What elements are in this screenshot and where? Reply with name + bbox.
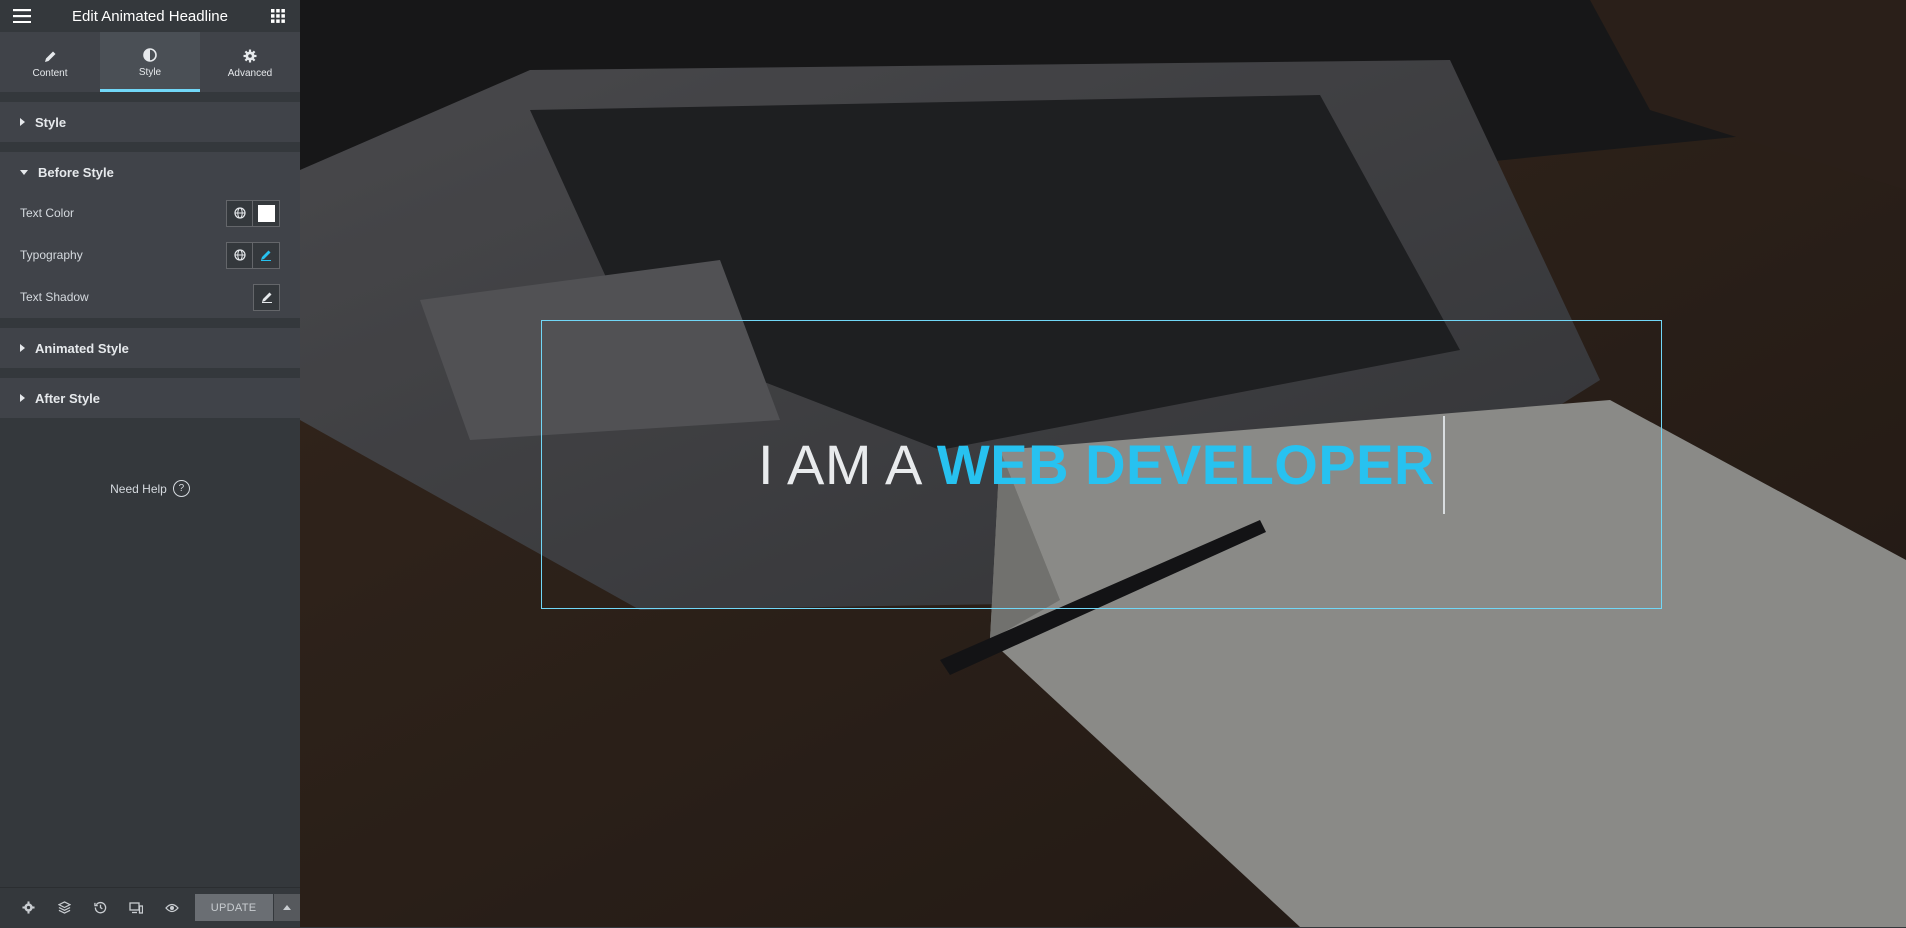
preview-canvas: I AM A WEB DEVELOPER <box>300 0 1906 927</box>
navigator-button[interactable] <box>46 888 82 928</box>
panel-header: Edit Animated Headline <box>0 0 300 32</box>
divider <box>0 142 300 152</box>
caret-down-icon <box>20 169 28 175</box>
section-after-style[interactable]: After Style <box>0 378 300 418</box>
help-question-icon: ? <box>172 480 190 497</box>
caret-up-icon <box>282 905 291 910</box>
control-text-shadow: Text Shadow <box>0 276 300 318</box>
history-icon <box>94 901 107 914</box>
pencil-icon <box>44 51 55 62</box>
animated-headline-widget[interactable]: I AM A WEB DEVELOPER <box>541 320 1662 609</box>
devices-icon <box>129 901 144 914</box>
history-button[interactable] <box>82 888 118 928</box>
responsive-mode-button[interactable] <box>118 888 154 928</box>
widgets-grid-icon[interactable] <box>268 6 288 26</box>
edit-text-shadow-button[interactable] <box>253 283 280 311</box>
globe-icon <box>233 207 246 219</box>
pencil-icon <box>261 292 272 303</box>
headline-animated-text: WEB DEVELOPER <box>936 432 1435 496</box>
gear-icon <box>243 49 257 63</box>
control-typography: Typography <box>0 234 300 276</box>
section-animated-style[interactable]: Animated Style <box>0 328 300 368</box>
section-style[interactable]: Style <box>0 102 300 142</box>
section-before-style[interactable]: Before Style <box>0 152 300 192</box>
globe-icon <box>233 249 246 261</box>
hamburger-menu-icon[interactable] <box>12 6 32 26</box>
tab-content-label: Content <box>32 67 68 79</box>
pencil-icon <box>261 250 271 261</box>
tab-content[interactable]: Content <box>0 32 100 92</box>
divider <box>0 368 300 378</box>
section-style-label: Style <box>35 114 67 130</box>
caret-right-icon <box>20 344 25 352</box>
panel-title: Edit Animated Headline <box>72 7 228 25</box>
layers-icon <box>57 901 71 914</box>
section-animated-style-label: Animated Style <box>35 340 129 356</box>
global-typography-button[interactable] <box>226 241 253 269</box>
tab-advanced-label: Advanced <box>227 68 273 79</box>
update-options-button[interactable] <box>273 894 300 921</box>
settings-button[interactable] <box>10 888 46 928</box>
gear-icon <box>22 901 35 914</box>
editor-panel: Edit Animated Headline Content Style Adv… <box>0 0 300 927</box>
panel-tabs: Content Style Advanced <box>0 32 300 92</box>
typography-label: Typography <box>20 248 83 262</box>
tab-style[interactable]: Style <box>100 32 200 92</box>
panel-footer: UPDATE <box>0 887 300 927</box>
tab-style-label: Style <box>138 66 162 78</box>
section-before-style-label: Before Style <box>38 164 114 180</box>
edit-typography-button[interactable] <box>253 241 280 269</box>
need-help-label: Need Help <box>110 481 167 496</box>
color-picker-button[interactable] <box>253 199 280 227</box>
divider <box>0 92 300 102</box>
text-color-label: Text Color <box>20 206 75 220</box>
section-after-style-label: After Style <box>35 390 101 406</box>
animated-headline: I AM A WEB DEVELOPER <box>758 415 1445 514</box>
control-text-color: Text Color <box>0 192 300 234</box>
color-swatch <box>257 204 275 222</box>
contrast-icon <box>143 47 157 62</box>
caret-right-icon <box>20 118 25 126</box>
divider <box>0 318 300 328</box>
need-help-link[interactable]: Need Help ? <box>0 480 300 497</box>
headline-before-text: I AM A <box>758 432 923 496</box>
update-button[interactable]: UPDATE <box>194 894 273 921</box>
text-shadow-label: Text Shadow <box>20 290 89 304</box>
tab-advanced[interactable]: Advanced <box>200 32 300 92</box>
typing-cursor <box>1442 415 1445 514</box>
caret-right-icon <box>20 394 25 402</box>
preview-button[interactable] <box>154 888 190 928</box>
global-colors-button[interactable] <box>226 199 253 227</box>
eye-icon <box>165 903 180 912</box>
